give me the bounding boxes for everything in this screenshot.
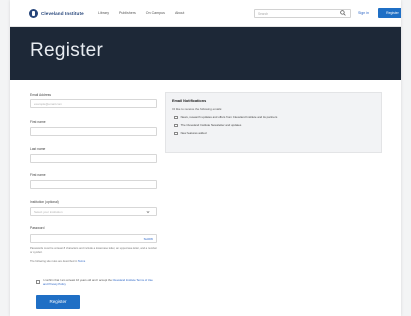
notification-checkbox[interactable] xyxy=(174,123,178,128)
notifications-subtitle: I'd like to receive the following emails… xyxy=(172,107,223,111)
search-placeholder: Search xyxy=(258,12,269,16)
search-icon[interactable] xyxy=(340,10,346,16)
consent-text-block: I confirm that I am at least 16 years ol… xyxy=(43,278,156,286)
nav-link-library[interactable]: Library xyxy=(98,11,109,15)
notification-option[interactable]: New features added xyxy=(174,131,207,136)
password-help: Passwords must be at least 8 characters … xyxy=(30,247,157,254)
nav-link-about[interactable]: About xyxy=(175,11,184,15)
notification-checkbox[interactable] xyxy=(174,131,178,136)
third-field[interactable] xyxy=(30,180,157,189)
first-name-field[interactable] xyxy=(30,127,157,136)
first-name-label: First name xyxy=(30,120,46,124)
logo-icon xyxy=(29,9,38,18)
institution-placeholder: Select your institution xyxy=(34,210,63,214)
last-name-field[interactable] xyxy=(30,154,157,163)
register-button[interactable]: Register xyxy=(36,295,80,309)
search-input[interactable]: Search xyxy=(254,9,351,18)
logo-text: Cleveland Institute xyxy=(41,11,84,16)
email-placeholder: example@email.com xyxy=(34,102,63,106)
nav-links: Library Publishers On Campus About xyxy=(98,11,184,15)
privacy-note: The following site rules are described i… xyxy=(30,260,157,264)
consent-checkbox[interactable] xyxy=(36,279,40,284)
last-name-label: Last name xyxy=(30,147,46,151)
password-field[interactable]: SHOW xyxy=(30,234,157,243)
nav-link-publishers[interactable]: Publishers xyxy=(119,11,136,15)
chevron-down-icon xyxy=(146,211,150,214)
notification-checkbox[interactable] xyxy=(174,115,178,120)
password-label: Password xyxy=(30,226,45,230)
terms-link[interactable]: Terms xyxy=(78,260,85,263)
show-password-button[interactable]: SHOW xyxy=(144,237,153,241)
institution-label: Institution (optional) xyxy=(30,200,59,204)
top-navigation: Cleveland Institute Library Publishers O… xyxy=(10,0,401,27)
notifications-title: Email Notifications xyxy=(172,99,207,103)
hero-banner: Register xyxy=(10,27,401,80)
notification-option-label: News, research updates and offers from C… xyxy=(180,115,278,120)
page-title: Register xyxy=(30,40,104,61)
logo[interactable]: Cleveland Institute xyxy=(29,9,84,18)
register-nav-button[interactable]: Register xyxy=(378,8,401,18)
nav-link-on-campus[interactable]: On Campus xyxy=(146,11,165,15)
sign-in-link[interactable]: Sign in xyxy=(358,11,369,15)
email-notifications-panel: Email Notifications I'd like to receive … xyxy=(165,92,382,153)
notification-option-label: New features added xyxy=(180,131,207,136)
privacy-note-text: The following site rules are described i… xyxy=(30,260,78,263)
notification-option[interactable]: News, research updates and offers from C… xyxy=(174,115,278,120)
notification-option-label: The Cleveland Institute Newsletter and u… xyxy=(180,123,242,128)
email-field[interactable]: example@email.com xyxy=(30,99,157,108)
page: Cleveland Institute Library Publishers O… xyxy=(10,0,401,316)
consent-row: I confirm that I am at least 16 years ol… xyxy=(36,278,156,286)
institution-select[interactable]: Select your institution xyxy=(30,207,157,216)
third-field-label: First name xyxy=(30,173,46,177)
email-label: Email Address xyxy=(30,93,52,97)
notification-option[interactable]: The Cleveland Institute Newsletter and u… xyxy=(174,123,242,128)
